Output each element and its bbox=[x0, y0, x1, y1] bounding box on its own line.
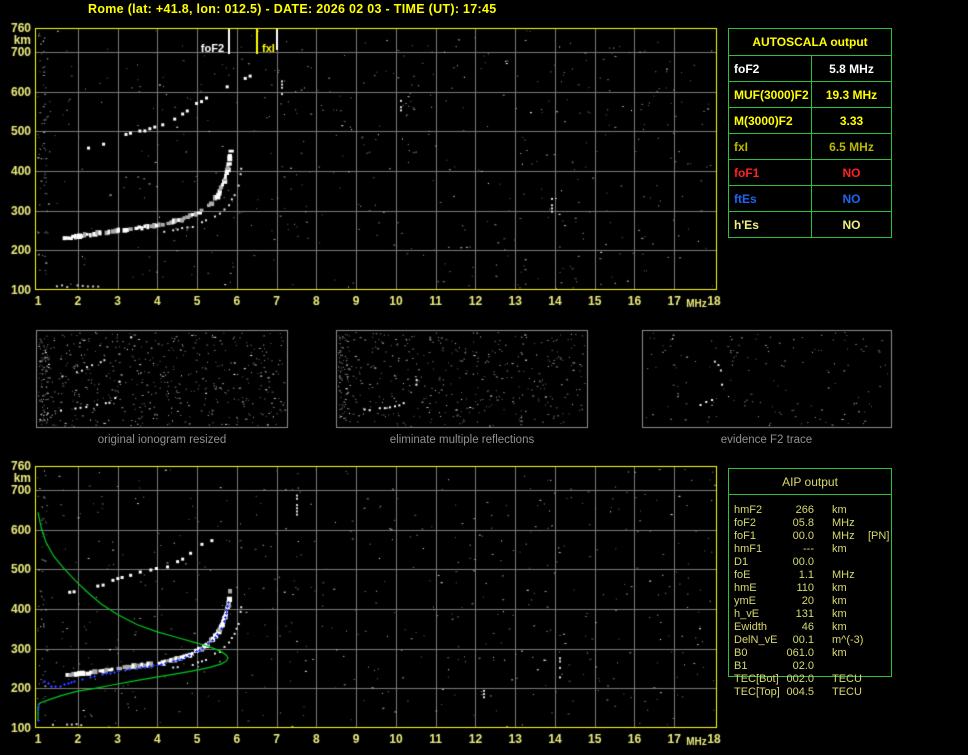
table-row: ftEs NO bbox=[729, 186, 891, 212]
aip-output-table: AIP output hmF2 266 km foF2 05.8 MHz foF1 00.… bbox=[728, 468, 892, 698]
parameter-label: M(3000)F2 bbox=[729, 108, 812, 133]
parameter-label: hmE bbox=[734, 582, 757, 594]
parameter-label: foE bbox=[734, 569, 751, 581]
parameter-value: 266 bbox=[795, 504, 814, 516]
parameter-value: 02.0 bbox=[792, 660, 814, 672]
parameter-note: [PN] bbox=[868, 530, 890, 542]
parameter-label: B0 bbox=[734, 647, 748, 659]
parameter-value: NO bbox=[842, 165, 861, 180]
parameter-label: MUF(3000)F2 bbox=[729, 82, 812, 107]
table-row: DelN_vE 00.1 m^(-3) bbox=[734, 634, 891, 647]
autoscala-table-header: AUTOSCALA output bbox=[729, 29, 891, 56]
autoscala-screen: Rome (lat: +41.8, lon: 012.5) - DATE: 20… bbox=[0, 0, 968, 755]
table-row: hmF1 --- km bbox=[734, 543, 891, 556]
parameter-label: h'Es bbox=[729, 212, 812, 238]
parameter-label: DelN_vE bbox=[734, 634, 778, 646]
parameter-unit: km bbox=[832, 543, 847, 555]
parameter-unit: km bbox=[832, 647, 847, 659]
parameter-value: 05.8 bbox=[792, 517, 814, 529]
parameter-label: foF1 bbox=[734, 530, 757, 542]
table-row: M(3000)F2 3.33 bbox=[729, 108, 891, 134]
parameter-label: ftEs bbox=[729, 186, 812, 211]
parameter-label: hmF1 bbox=[734, 543, 763, 555]
parameter-unit: km bbox=[832, 504, 847, 516]
table-row: foF1 00.0 MHz [PN] bbox=[734, 530, 891, 543]
parameter-value: 00.1 bbox=[792, 634, 814, 646]
parameter-value: 19.3 MHz bbox=[825, 87, 878, 102]
parameter-value: 20 bbox=[801, 595, 814, 607]
parameter-unit: MHz bbox=[832, 569, 855, 581]
table-row: TEC[Top] 004.5 TECU bbox=[734, 686, 891, 699]
parameter-value: NO bbox=[842, 191, 861, 206]
parameter-unit: TECU bbox=[832, 673, 862, 685]
parameter-label: ymE bbox=[734, 595, 756, 607]
parameter-label: B1 bbox=[734, 660, 748, 672]
table-row: D1 00.0 bbox=[734, 556, 891, 569]
parameter-unit: TECU bbox=[832, 686, 862, 698]
parameter-value: 5.8 MHz bbox=[829, 61, 874, 76]
parameter-value: 131 bbox=[795, 608, 814, 620]
parameter-value: 061.0 bbox=[786, 647, 814, 659]
aip-table-rows: hmF2 266 km foF2 05.8 MHz foF1 00.0 MHz [PN] hm… bbox=[729, 495, 891, 699]
parameter-unit: km bbox=[832, 608, 847, 620]
parameter-value: 004.5 bbox=[786, 686, 814, 698]
parameter-unit: MHz bbox=[832, 517, 855, 529]
panel-caption-f2-evidence: evidence F2 trace bbox=[720, 434, 813, 446]
panel-caption-cleaned: eliminate multiple reflections bbox=[389, 434, 535, 446]
aip-table-header: AIP output bbox=[729, 469, 891, 495]
table-row: foF2 05.8 MHz bbox=[734, 517, 891, 530]
parameter-unit: km bbox=[832, 621, 847, 633]
table-row: h'Es NO bbox=[729, 212, 891, 238]
parameter-label: TEC[Top] bbox=[734, 686, 780, 698]
parameter-value: 1.1 bbox=[798, 569, 814, 581]
table-row: hmF2 266 km bbox=[734, 504, 891, 517]
parameter-value: NO bbox=[842, 218, 861, 232]
parameter-label: fxI bbox=[729, 134, 812, 159]
page-title: Rome (lat: +41.8, lon: 012.5) - DATE: 20… bbox=[88, 2, 497, 16]
parameter-label: foF2 bbox=[734, 517, 757, 529]
parameter-value: 6.5 MHz bbox=[829, 139, 874, 154]
table-row: B1 02.0 bbox=[734, 660, 891, 673]
parameter-label: foF1 bbox=[729, 160, 812, 185]
parameter-value: 00.0 bbox=[792, 556, 814, 568]
parameter-label: TEC[Bot] bbox=[734, 673, 779, 685]
parameter-label: Ewidth bbox=[734, 621, 768, 633]
table-row: ymE 20 km bbox=[734, 595, 891, 608]
parameter-value: 00.0 bbox=[792, 530, 814, 542]
parameter-unit bbox=[832, 556, 866, 569]
parameter-unit bbox=[832, 660, 866, 673]
table-row: hmE 110 km bbox=[734, 582, 891, 595]
parameter-value: 110 bbox=[796, 582, 814, 594]
table-row: TEC[Bot] 002.0 TECU bbox=[734, 673, 891, 686]
parameter-value: --- bbox=[803, 543, 814, 555]
parameter-label: hmF2 bbox=[734, 504, 763, 516]
table-row: foE 1.1 MHz bbox=[734, 569, 891, 582]
parameter-value: 46 bbox=[801, 621, 814, 633]
parameter-label: foF2 bbox=[729, 56, 812, 81]
parameter-unit: km bbox=[832, 595, 847, 607]
table-row: foF2 5.8 MHz bbox=[729, 56, 891, 82]
table-row: fxI 6.5 MHz bbox=[729, 134, 891, 160]
parameter-unit: MHz bbox=[832, 530, 855, 542]
parameter-value: 002.0 bbox=[786, 673, 814, 685]
table-row: MUF(3000)F2 19.3 MHz bbox=[729, 82, 891, 108]
parameter-label: D1 bbox=[734, 556, 749, 568]
panel-caption-original: original ionogram resized bbox=[97, 434, 227, 446]
table-row: B0 061.0 km bbox=[734, 647, 891, 660]
table-row: h_vE 131 km bbox=[734, 608, 891, 621]
parameter-unit: km bbox=[832, 582, 847, 594]
parameter-label: h_vE bbox=[734, 608, 760, 620]
parameter-unit: m^(-3) bbox=[832, 634, 864, 646]
table-row: Ewidth 46 km bbox=[734, 621, 891, 634]
parameter-value: 3.33 bbox=[839, 113, 864, 128]
table-row: foF1 NO bbox=[729, 160, 891, 186]
autoscala-output-table: AUTOSCALA output foF2 5.8 MHz MUF(3000)F… bbox=[728, 28, 892, 238]
